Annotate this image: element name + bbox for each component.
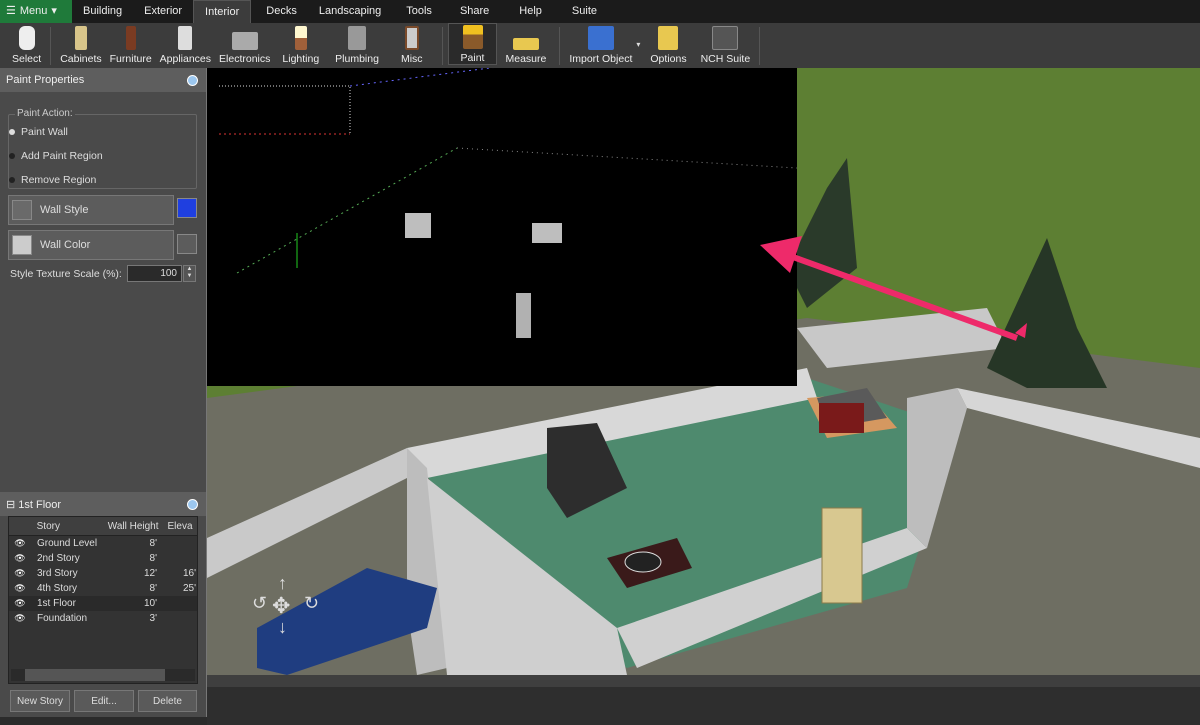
table-row[interactable]: 👁 4th Story 8' 25' (9, 581, 197, 596)
ribbon-tabs: ☰ Menu ▾ Building Exterior Interior Decks … (0, 0, 1200, 23)
radio-paint-wall[interactable]: Paint Wall (9, 126, 68, 138)
visibility-eye-icon[interactable]: 👁 (9, 553, 31, 564)
visibility-eye-icon[interactable]: 👁 (9, 538, 31, 549)
import-object-tool[interactable]: Import Object (565, 26, 636, 65)
radio-remove-region[interactable]: Remove Region (9, 174, 96, 186)
radio-add-paint-region[interactable]: Add Paint Region (9, 150, 103, 162)
rotate-left-icon[interactable]: ↺ (252, 593, 267, 614)
eyedropper-icon[interactable] (177, 198, 197, 218)
texture-scale-label: Style Texture Scale (%): (10, 268, 122, 280)
pan-icon[interactable]: ✥ (272, 593, 290, 619)
scale-spinner[interactable]: ▲ ▼ (183, 265, 196, 282)
hand-icon (18, 26, 35, 50)
table-row[interactable]: 👁 Foundation 3' (9, 611, 197, 626)
misc-tool[interactable]: Misc (387, 26, 437, 65)
edit-story-button[interactable]: Edit... (74, 690, 134, 712)
wall-color-swatch (12, 235, 32, 255)
options-icon (658, 26, 679, 50)
table-row[interactable]: 👁 1st Floor 10' (9, 596, 197, 611)
separator (759, 27, 761, 65)
plumbing-tool[interactable]: Plumbing (327, 26, 387, 65)
select-tool[interactable]: Select (8, 26, 45, 65)
import-cube-icon (587, 26, 614, 50)
horizontal-scrollbar[interactable] (11, 669, 195, 681)
collapse-icon[interactable] (187, 498, 198, 510)
table-row[interactable]: 👁 2nd Story 8' (9, 551, 197, 566)
annotation-arrow (760, 236, 1019, 341)
separator (50, 27, 52, 65)
nch-suite-icon (712, 26, 739, 50)
3d-viewport[interactable]: ↑ ✥ ↺ ↻ ↓ (207, 68, 1200, 675)
tab-help[interactable]: Help (503, 0, 558, 23)
appliances-tool[interactable]: Appliances (156, 26, 215, 65)
wall-style-swatch (12, 200, 32, 220)
faucet-icon (348, 26, 367, 50)
rotate-right-icon[interactable]: ↻ (304, 593, 319, 614)
paint-action-label: Paint Action: (15, 108, 75, 119)
wall-style-button[interactable]: Wall Style (8, 195, 174, 225)
new-story-button[interactable]: New Story (10, 690, 70, 712)
separator (559, 27, 561, 65)
tab-landscaping[interactable]: Landscaping (308, 0, 392, 23)
cabinets-tool[interactable]: Cabinets (56, 26, 105, 65)
measure-tool[interactable]: Measure (497, 38, 554, 65)
lamp-icon (294, 26, 307, 50)
visibility-eye-icon[interactable]: 👁 (9, 583, 31, 594)
table-row[interactable]: 👁 3rd Story 12' 16' (9, 566, 197, 581)
tab-share[interactable]: Share (446, 0, 503, 23)
tab-decks[interactable]: Decks (255, 0, 308, 23)
pan-up-icon[interactable]: ↑ (278, 573, 287, 594)
tab-tools[interactable]: Tools (392, 0, 446, 23)
navigation-control[interactable]: ↑ ✥ ↺ ↻ ↓ (252, 573, 319, 639)
paint-tool[interactable]: Paint (447, 23, 498, 65)
tab-interior[interactable]: Interior (193, 0, 252, 23)
delete-story-button[interactable]: Delete (138, 690, 197, 712)
tab-exterior[interactable]: Exterior (133, 0, 193, 23)
options-tool[interactable]: Options (640, 26, 696, 65)
paint-roller-icon (462, 25, 483, 49)
fridge-icon (178, 26, 193, 50)
tv-icon (231, 32, 258, 50)
mirror-icon (404, 26, 419, 50)
story-table: Story Wall Height Eleva 👁 Ground Level 8' 👁 2n… (8, 516, 198, 684)
hamburger-icon: ☰ (6, 5, 16, 17)
collapse-box-icon[interactable]: ⊟ (6, 499, 15, 511)
tab-suite[interactable]: Suite (558, 0, 611, 23)
caret-down-icon: ▾ (51, 5, 57, 17)
floor-panel-header: ⊟ 1st Floor (0, 492, 206, 516)
paint-properties-header: Paint Properties (0, 68, 206, 92)
texture-scale-input[interactable]: 100 (127, 265, 182, 282)
pan-down-icon[interactable]: ↓ (278, 617, 287, 638)
status-bar (207, 675, 1200, 725)
eyedropper-icon[interactable] (177, 234, 197, 254)
visibility-eye-icon[interactable]: 👁 (9, 598, 31, 609)
nch-suite-tool[interactable]: NCH Suite (697, 26, 755, 65)
table-header: Story Wall Height Eleva (9, 517, 197, 536)
visibility-eye-icon[interactable]: 👁 (9, 613, 31, 624)
lighting-tool[interactable]: Lighting (274, 26, 327, 65)
wall-color-button[interactable]: Wall Color (8, 230, 174, 260)
menu-button[interactable]: ☰ Menu ▾ (0, 0, 72, 23)
table-row[interactable]: 👁 Ground Level 8' (9, 536, 197, 551)
electronics-tool[interactable]: Electronics (215, 32, 274, 65)
chair-icon (125, 26, 136, 50)
separator (441, 27, 443, 65)
collapse-icon[interactable] (187, 74, 198, 86)
cabinet-icon (74, 26, 87, 50)
toolbar: Select Cabinets Furniture Appliances Ele… (0, 23, 1200, 68)
furniture-tool[interactable]: Furniture (106, 26, 156, 65)
tab-building[interactable]: Building (72, 0, 133, 23)
ruler-icon (512, 38, 539, 50)
visibility-eye-icon[interactable]: 👁 (9, 568, 31, 579)
